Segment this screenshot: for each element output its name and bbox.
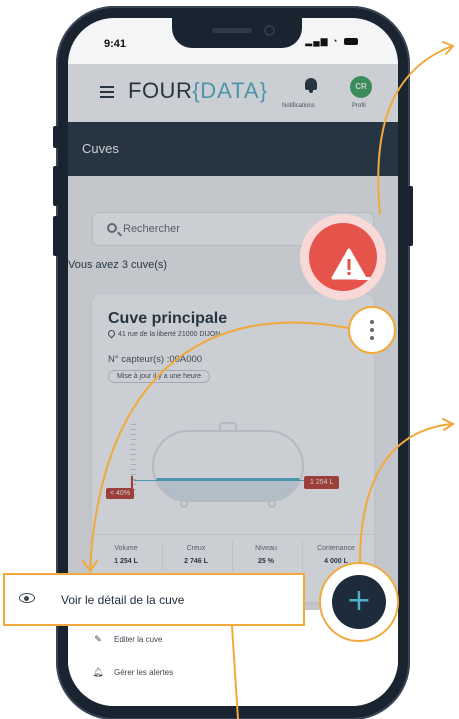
eye-icon (19, 593, 35, 603)
edit-tank-item[interactable]: ✎ Editer la cuve (92, 634, 162, 645)
speaker (212, 28, 252, 33)
camera (264, 25, 275, 36)
dot (370, 336, 374, 340)
arrowhead (442, 418, 455, 431)
signal-bars-icon: ▂▄▆ (305, 36, 329, 46)
notch (172, 18, 302, 48)
alert-triangle-icon (331, 248, 370, 280)
arrowhead (442, 41, 455, 55)
view-detail-label: Voir le détail de la cuve (61, 593, 185, 607)
dot (370, 328, 374, 332)
view-detail-item[interactable]: Voir le détail de la cuve (3, 573, 305, 626)
bell-outline-icon: 🔔︎ (92, 667, 104, 677)
status-icons: ▂▄▆ ◔ (305, 36, 358, 47)
volume-down-button (53, 216, 58, 256)
manage-alerts-item[interactable]: 🔔︎ Gérer les alertes (92, 667, 173, 678)
alert-button[interactable] (300, 214, 386, 300)
wifi-icon: ◔ (332, 36, 339, 46)
mute-switch (53, 126, 58, 148)
power-button (408, 186, 413, 246)
status-time: 9:41 (104, 38, 127, 50)
battery-icon (344, 38, 358, 46)
pencil-icon: ✎ (94, 634, 102, 644)
add-tank-button[interactable]: + (319, 562, 399, 642)
plus-icon: + (332, 575, 386, 629)
dot (370, 320, 374, 324)
volume-up-button (53, 166, 58, 206)
more-options-button[interactable] (348, 306, 396, 354)
